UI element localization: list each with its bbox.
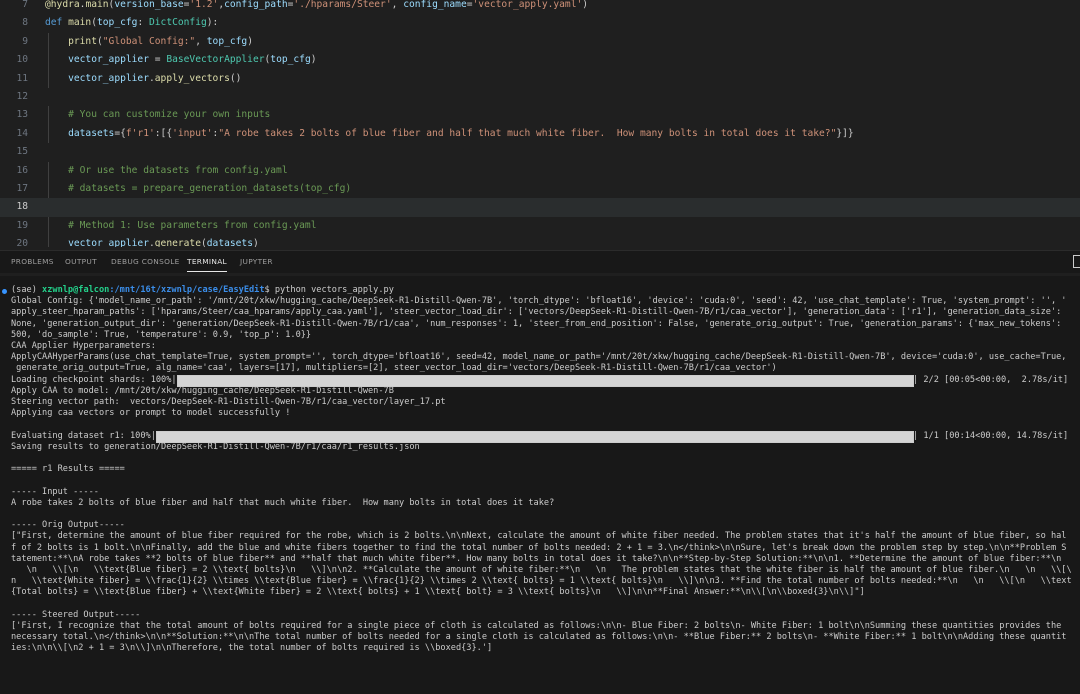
terminal-line: Saving results to generation/DeepSeek-R1… [11,441,420,452]
terminal-line: {Total bolts} = \\text{Blue fiber} + \\t… [11,587,865,598]
code-text: vector_applier = BaseVectorApplier(top_c… [68,54,317,66]
line-number: 19 [16,219,28,231]
terminal-line: tatement:**\nA robe takes **2 bolts of b… [11,553,1062,564]
code-text: # Or use the datasets from config.yaml [68,164,288,176]
line-number: 14 [16,127,28,139]
terminal-line: A robe takes 2 bolts of blue fiber and h… [11,497,555,508]
code-line[interactable]: 7 @hydra.main(version_base='1.2',config_p… [0,0,1080,14]
terminal-line: ["First, determine the amount of blue fi… [11,531,1067,542]
line-number: 16 [16,164,28,176]
code-editor[interactable]: 7 @hydra.main(version_base='1.2',config_p… [0,0,1080,247]
code-text: # Method 1: Use parameters from config.y… [68,219,317,231]
panel-tab-debug-console[interactable]: DEBUG CONSOLE [111,251,180,273]
terminal-panel[interactable]: (sae) xzwnlp@falcon:/mnt/16t/xzwnlp/case… [0,276,1080,694]
terminal-line: Global Config: {'model_name_or_path': '/… [11,296,1067,307]
line-number: 9 [22,35,28,47]
terminal-line: generate_orig_output=True, alg_name='caa… [11,363,777,374]
terminal-line: ['First, I recognize that the total amou… [11,621,1062,631]
prompt-user: xzwnlp@falcon [42,285,110,295]
line-number: 20 [16,238,28,247]
terminal-line: Applying caa vectors or prompt to model … [11,408,291,419]
terminal-line: f of 2 bolts is 1 bolt.\n\nFinally, add … [11,542,1067,553]
evaluation-progress-stats: | 1/1 [00:14<00:00, 14.78s/it] [913,430,1069,441]
code-line[interactable]: 17 # datasets = prepare_generation_datas… [0,179,1080,199]
code-text: def main(top_cfg: DictConfig): [45,17,219,29]
line-number: 7 [22,0,28,10]
panel-maximize-icon[interactable] [1073,255,1080,268]
line-number: 11 [16,72,28,84]
code-line[interactable]: 10 vector_applier = BaseVectorApplier(to… [0,51,1080,70]
code-text: @hydra.main(version_base='1.2',config_pa… [45,0,589,10]
terminal-prompt-line: (sae) xzwnlp@falcon:/mnt/16t/xzwnlp/case… [11,285,394,296]
terminal-line: n \\text{White fiber} = \\frac{1}{2} \\t… [11,576,1072,587]
code-text: vector_applier.generate(datasets) [68,238,259,247]
line-number: 12 [16,90,28,102]
terminal-line: ----- Orig Output----- [11,520,125,531]
prompt-path: :/mnt/16t/xzwnlp/case/EasyEdit [109,285,265,295]
command-status-icon [2,289,7,294]
code-line[interactable]: 9 print("Global Config:", top_cfg) [0,32,1080,52]
panel-tab-output[interactable]: OUTPUT [65,251,97,273]
panel-tab-terminal[interactable]: TERMINAL [187,251,227,272]
terminal-line: necessary total.\n</think>\n\n**Solution… [11,632,1067,643]
code-line[interactable]: 11 vector_applier.apply_vectors() [0,69,1080,88]
checkpoint-progress-label: Loading checkpoint shards: 100%| [11,374,177,385]
code-text: datasets={f'r1':[{'input':"A robe takes … [68,127,854,139]
code-line[interactable]: 12 [0,88,1080,106]
code-line[interactable]: 15 [0,143,1080,161]
panel-tab-jupyter[interactable]: JUPYTER [240,251,273,273]
line-number: 10 [16,54,28,66]
evaluation-progress-label: Evaluating dataset r1: 100%| [11,430,156,441]
code-text: # You can customize your own inputs [68,109,271,121]
panel-tab-problems[interactable]: PROBLEMS [11,251,54,273]
terminal-line: ApplyCAAHyperParams(use_chat_template=Tr… [11,352,1067,363]
terminal-line: Steering vector path: vectors/DeepSeek-R… [11,397,446,407]
code-line[interactable]: 19 # Method 1: Use parameters from confi… [0,216,1080,236]
prompt-command: $ python vectors_apply.py [264,285,394,295]
code-line[interactable]: 8 def main(top_cfg: DictConfig): [0,14,1080,32]
code-text: # datasets = prepare_generation_datasets… [68,182,352,194]
panel-tab-bar: PROBLEMS OUTPUT DEBUG CONSOLE TERMINAL JUPYT… [0,250,1080,273]
terminal-line: ies:\n\n\\[\n2 + 1 = 3\n\\]\n\nTherefore… [11,643,493,654]
terminal-line: apply_steer_hparam_paths': ['hparams/Ste… [11,307,1062,318]
line-number: 8 [22,17,28,29]
terminal-line: CAA Applier Hyperparameters: [11,341,156,351]
terminal-line: ===== r1 Results ===== [11,464,125,475]
line-number: 18 [16,201,28,213]
line-number: 15 [16,146,28,158]
code-text: vector_applier.apply_vectors() [68,72,242,84]
terminal-line: 500, 'do_sample': True, 'temperature': 0… [11,329,312,340]
line-number: 13 [16,109,28,121]
line-number: 17 [16,182,28,194]
terminal-line: \n \\[\n \\text{Blue fiber} = 2 \\text{ … [11,565,1072,575]
code-text: print("Global Config:", top_cfg) [68,35,253,47]
code-line[interactable]: 14 datasets={f'r1':[{'input':"A robe tak… [0,124,1080,144]
terminal-line: Apply CAA to model: /mnt/20t/xkw/hugging… [11,385,394,396]
terminal-line: None, 'generation_output_dir': 'generati… [11,318,1062,329]
terminal-line: ----- Input ----- [11,486,99,497]
prompt-env: (sae) [11,285,43,295]
code-line[interactable]: 13 # You can customize your own inputs [0,106,1080,125]
code-line[interactable]: 16 # Or use the datasets from config.yam… [0,161,1080,180]
code-line[interactable]: 20 vector_applier.generate(datasets) [0,235,1080,247]
checkpoint-progress-stats: | 2/2 [00:05<00:00, 2.78s/it] [913,374,1069,385]
code-line[interactable]: 18 [0,198,1080,217]
terminal-line: ----- Steered Output----- [11,609,141,620]
